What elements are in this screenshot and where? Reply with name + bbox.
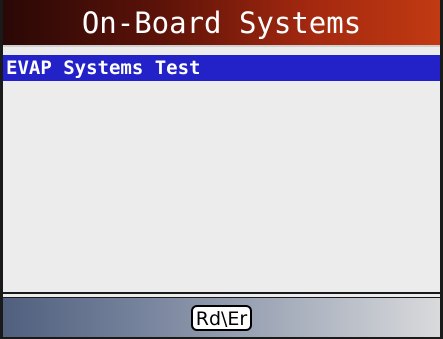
menu-item-evap-systems-test[interactable]: EVAP Systems Test	[3, 55, 440, 81]
page-title: On-Board Systems	[81, 5, 362, 40]
menu-item-label: EVAP Systems Test	[6, 57, 201, 79]
scan-tool-screen: On-Board Systems EVAP Systems Test Rd\Er	[0, 0, 443, 339]
read-erase-button[interactable]: Rd\Er	[190, 304, 253, 331]
title-bar: On-Board Systems	[3, 0, 440, 47]
menu-list: EVAP Systems Test	[3, 49, 440, 294]
soft-key-bar: Rd\Er	[3, 298, 440, 337]
